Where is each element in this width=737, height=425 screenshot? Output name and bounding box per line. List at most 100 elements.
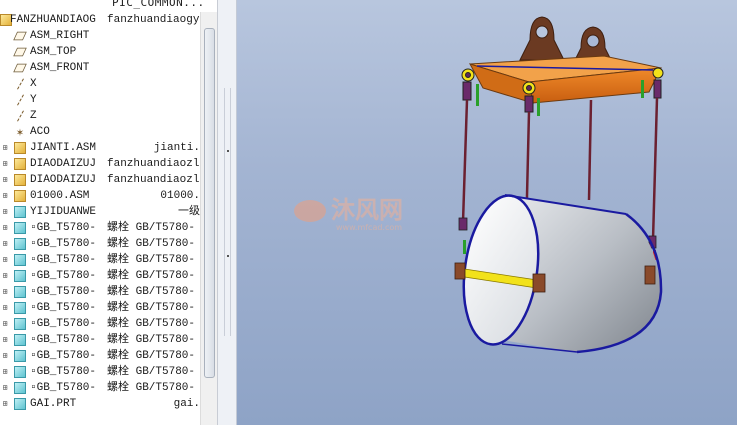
column-header-common-name[interactable]: PIC_COMMON... — [112, 0, 205, 9]
tree-item[interactable]: ASM_RIGHT — [0, 28, 200, 44]
tree-item[interactable]: ✶ ACO — [0, 124, 200, 140]
part-icon — [14, 366, 26, 378]
expand-toggle-icon[interactable]: ⊞ — [1, 368, 9, 376]
datum-axis-icon — [17, 110, 24, 122]
tree-item-name: ▫GB_T5780- — [30, 222, 97, 234]
tree-item[interactable]: ⊞ ▫GB_T5780- 螺栓 GB/T5780- — [0, 220, 200, 236]
drum — [462, 194, 663, 354]
expand-toggle-icon[interactable]: ⊞ — [1, 352, 9, 360]
expand-toggle-icon[interactable]: ⊞ — [1, 224, 9, 232]
tree-item-name: ▫GB_T5780- — [30, 254, 97, 266]
tree-item[interactable]: ⊞ ▫GB_T5780- 螺栓 GB/T5780- — [0, 252, 200, 268]
tree-item-name: ▫GB_T5780- — [30, 350, 97, 362]
tree-item-name: ▫GB_T5780- — [30, 366, 97, 378]
tree-item[interactable]: ⊞ ▫GB_T5780- 螺栓 GB/T5780- — [0, 236, 200, 252]
tree-item-common-name: 螺栓 GB/T5780- — [107, 382, 196, 394]
tree-item-name: JIANTI.ASM — [30, 142, 97, 154]
tree-item[interactable]: Y — [0, 92, 200, 108]
3d-model-viewport[interactable]: 沐风网 www.mfcad.com — [237, 0, 737, 425]
model-tree: FANZHUANDIAOG fanzhuandiaogу ASM_RIGHT ASM_… — [0, 12, 200, 412]
expand-toggle-icon[interactable]: ⊞ — [1, 320, 9, 328]
tree-item[interactable]: ⊞ ▫GB_T5780- 螺栓 GB/T5780- — [0, 300, 200, 316]
tree-item-name: ACO — [30, 126, 50, 138]
tree-item[interactable]: ASM_FRONT — [0, 60, 200, 76]
tree-item[interactable]: ⊞ JIANTI.ASM jianti. — [0, 140, 200, 156]
tree-item[interactable]: X — [0, 76, 200, 92]
tree-item-common-name: jianti. — [153, 142, 200, 154]
part-icon — [14, 302, 26, 314]
tree-item-name: Z — [30, 110, 37, 122]
tree-item-common-name: fanzhuandiaogу — [107, 14, 200, 26]
part-icon — [14, 334, 26, 346]
datum-axis-icon — [17, 94, 24, 106]
tree-item-common-name: 螺栓 GB/T5780- — [107, 366, 196, 378]
expand-toggle-icon[interactable]: ⊞ — [1, 240, 9, 248]
tree-item-name: GAI.PRT — [30, 398, 77, 410]
tree-item[interactable]: ⊞ YIJIDUANWE 一级 — [0, 204, 200, 220]
part-icon — [14, 254, 26, 266]
expand-toggle-icon[interactable]: ⊞ — [1, 144, 9, 152]
part-icon — [14, 270, 26, 282]
datum-plane-icon — [13, 63, 27, 73]
tree-item-name: ▫GB_T5780- — [30, 334, 97, 346]
expand-toggle-icon[interactable]: ⊞ — [1, 384, 9, 392]
tree-item-common-name: fanzhuandiaozl — [107, 174, 200, 186]
tree-item-common-name: 螺栓 GB/T5780- — [107, 302, 196, 314]
part-icon — [14, 382, 26, 394]
model-tree-panel: PIC_COMMON... FANZHUANDIAOG fanzhuandiaog… — [0, 0, 218, 425]
splitter-grip[interactable] — [224, 212, 231, 336]
tree-item[interactable]: ⊞ ▫GB_T5780- 螺栓 GB/T5780- — [0, 284, 200, 300]
tree-root-assembly[interactable]: FANZHUANDIAOG fanzhuandiaogу — [0, 12, 200, 28]
assembly-icon — [14, 190, 26, 202]
tree-item[interactable]: ⊞ ▫GB_T5780- 螺栓 GB/T5780- — [0, 364, 200, 380]
spreader-beam — [468, 55, 662, 104]
tree-item-name: ASM_TOP — [30, 46, 77, 58]
tree-item[interactable]: ⊞ ▫GB_T5780- 螺栓 GB/T5780- — [0, 380, 200, 396]
part-icon — [14, 318, 26, 330]
tree-item-name: YIJIDUANWE — [30, 206, 97, 218]
expand-toggle-icon[interactable]: ⊞ — [1, 272, 9, 280]
tree-item-common-name: fanzhuandiaozl — [107, 158, 200, 170]
tree-item-name: DIAODAIZUJ — [30, 158, 97, 170]
part-icon — [14, 238, 26, 250]
tree-item-name: X — [30, 78, 37, 90]
assembly-model-render: 沐风网 www.mfcad.com — [294, 16, 664, 354]
expand-toggle-icon[interactable]: ⊞ — [1, 400, 9, 408]
datum-plane-icon — [13, 31, 27, 41]
expand-toggle-icon[interactable]: ⊞ — [1, 176, 9, 184]
expand-toggle-icon[interactable]: ⊞ — [1, 336, 9, 344]
expand-toggle-icon[interactable]: ⊞ — [1, 256, 9, 264]
expand-toggle-icon[interactable]: ⊞ — [1, 192, 9, 200]
expand-toggle-icon[interactable]: ⊞ — [1, 288, 9, 296]
part-icon — [14, 398, 26, 410]
tree-item[interactable]: Z — [0, 108, 200, 124]
tree-item[interactable]: ⊞ GAI.PRT gai. — [0, 396, 200, 412]
watermark-text: 沐风网 — [331, 196, 403, 224]
tree-vertical-scrollbar[interactable] — [200, 12, 217, 425]
scrollbar-thumb[interactable] — [204, 28, 215, 378]
tree-item-common-name: 01000. — [160, 190, 200, 202]
tree-item[interactable]: ⊞ ▫GB_T5780- 螺栓 GB/T5780- — [0, 332, 200, 348]
tree-item[interactable]: ⊞ ▫GB_T5780- 螺栓 GB/T5780- — [0, 268, 200, 284]
expand-toggle-icon[interactable]: ⊞ — [1, 160, 9, 168]
expand-toggle-icon[interactable]: ⊞ — [1, 304, 9, 312]
panel-splitter[interactable] — [218, 0, 237, 425]
part-icon — [14, 350, 26, 362]
tree-item[interactable]: ⊞ 01000.ASM 01000. — [0, 188, 200, 204]
tree-item[interactable]: ⊞ DIAODAIZUJ fanzhuandiaozl — [0, 172, 200, 188]
tree-item-name: Y — [30, 94, 37, 106]
tree-item[interactable]: ⊞ ▫GB_T5780- 螺栓 GB/T5780- — [0, 316, 200, 332]
tree-item-name: DIAODAIZUJ — [30, 174, 97, 186]
tree-item-common-name: 螺栓 GB/T5780- — [107, 334, 196, 346]
tree-item[interactable]: ⊞ ▫GB_T5780- 螺栓 GB/T5780- — [0, 348, 200, 364]
tree-item[interactable]: ⊞ DIAODAIZUJ fanzhuandiaozl — [0, 156, 200, 172]
tree-item-common-name: 螺栓 GB/T5780- — [107, 286, 196, 298]
tree-item-name: ▫GB_T5780- — [30, 382, 97, 394]
tree-item-name: ▫GB_T5780- — [30, 238, 97, 250]
part-icon — [14, 286, 26, 298]
tree-item-name: ▫GB_T5780- — [30, 286, 97, 298]
expand-toggle-icon[interactable]: ⊞ — [1, 208, 9, 216]
tree-item-common-name: 螺栓 GB/T5780- — [107, 238, 196, 250]
tree-item[interactable]: ASM_TOP — [0, 44, 200, 60]
datum-axis-icon — [17, 78, 24, 90]
